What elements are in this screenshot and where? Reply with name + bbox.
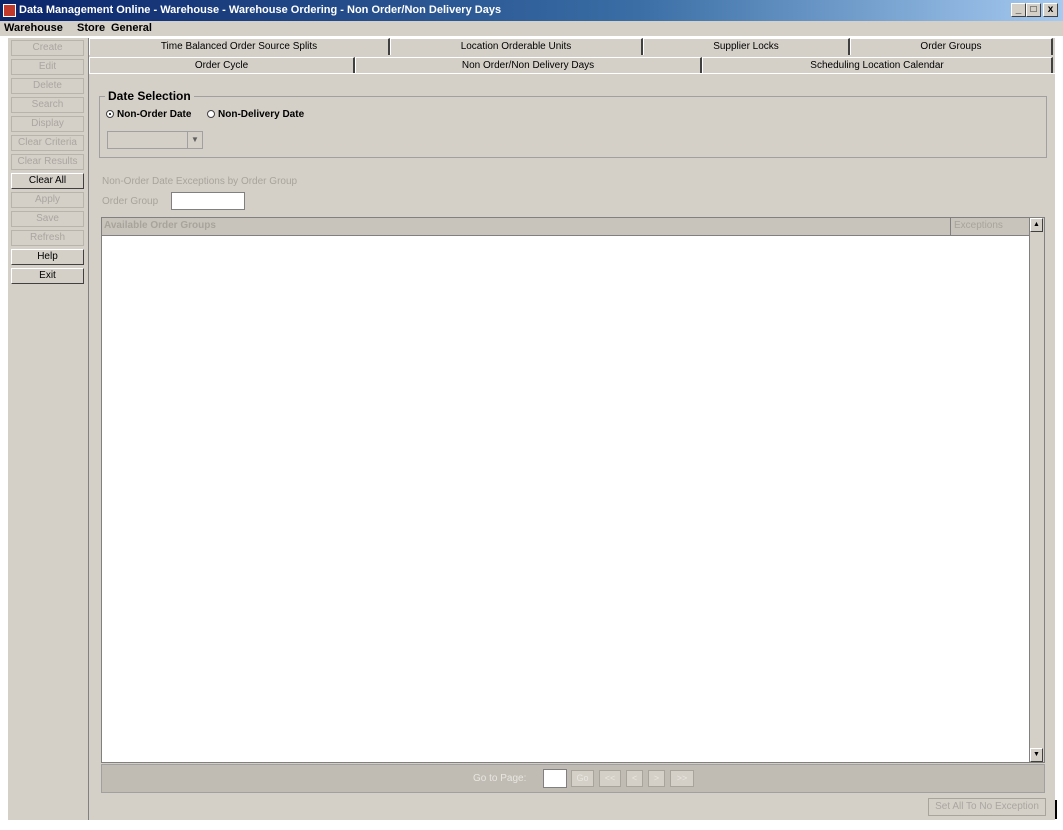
action-sidebar: Create Edit Delete Search Display Clear … — [8, 38, 89, 820]
tab-scheduling-location-calendar[interactable]: Scheduling Location Calendar — [702, 57, 1053, 74]
minimize-button[interactable]: _ — [1011, 3, 1026, 17]
scroll-up-icon[interactable]: ▲ — [1030, 218, 1043, 232]
app-icon — [3, 4, 16, 17]
search-button[interactable]: Search — [11, 97, 84, 113]
last-page-button[interactable]: >> — [670, 770, 694, 787]
radio-unselected-icon — [207, 110, 215, 118]
window-title: Data Management Online - Warehouse - War… — [19, 4, 502, 16]
order-group-input[interactable] — [171, 192, 245, 210]
non-delivery-date-radio[interactable]: Non-Delivery Date — [207, 109, 304, 120]
scroll-down-icon[interactable]: ▼ — [1030, 748, 1043, 762]
date-dropdown[interactable]: ▼ — [107, 131, 203, 149]
table-vertical-scrollbar[interactable]: ▲ ▼ — [1029, 218, 1044, 762]
menu-general[interactable]: General — [111, 22, 152, 34]
tab-divider — [89, 73, 1055, 74]
window-titlebar: Data Management Online - Warehouse - War… — [0, 0, 1063, 21]
maximize-button[interactable]: □ — [1026, 3, 1041, 17]
date-selection-legend: Date Selection — [105, 89, 194, 103]
date-selection-group: Date Selection Non-Order Date Non-Delive… — [99, 89, 1047, 158]
set-all-to-no-exception-button[interactable]: Set All To No Exception — [928, 798, 1046, 816]
order-groups-table: Available Order Groups Exceptions ▲ ▼ — [101, 217, 1045, 763]
help-button[interactable]: Help — [11, 249, 84, 265]
next-page-button[interactable]: > — [648, 770, 665, 787]
display-button[interactable]: Display — [11, 116, 84, 132]
first-page-button[interactable]: << — [599, 770, 621, 787]
main-panel: Time Balanced Order Source Splits Locati… — [89, 38, 1055, 820]
go-to-page-label: Go to Page: — [473, 773, 527, 784]
page-number-input[interactable] — [543, 769, 567, 788]
tab-location-orderable-units[interactable]: Location Orderable Units — [390, 38, 643, 55]
delete-button[interactable]: Delete — [11, 78, 84, 94]
tab-order-cycle[interactable]: Order Cycle — [89, 57, 355, 74]
chevron-down-icon[interactable]: ▼ — [187, 132, 202, 148]
go-button[interactable]: Go — [571, 770, 594, 787]
refresh-button[interactable]: Refresh — [11, 230, 84, 246]
exceptions-section-label: Non-Order Date Exceptions by Order Group — [102, 176, 298, 187]
clear-results-button[interactable]: Clear Results — [11, 154, 84, 170]
radio-selected-icon — [106, 110, 114, 118]
resize-handle — [1055, 800, 1057, 819]
column-available-order-groups[interactable]: Available Order Groups — [104, 220, 216, 231]
tab-time-balanced-order-source-splits[interactable]: Time Balanced Order Source Splits — [89, 38, 390, 55]
non-delivery-date-label: Non-Delivery Date — [218, 109, 305, 120]
exit-button[interactable]: Exit — [11, 268, 84, 284]
clear-all-button[interactable]: Clear All — [11, 173, 84, 189]
tab-supplier-locks[interactable]: Supplier Locks — [643, 38, 850, 55]
prev-page-button[interactable]: < — [626, 770, 643, 787]
menu-store[interactable]: Store — [77, 22, 105, 34]
close-button[interactable]: x — [1043, 3, 1058, 17]
create-button[interactable]: Create — [11, 40, 84, 56]
menu-bar: Warehouse Store General — [0, 21, 1063, 36]
menu-warehouse[interactable]: Warehouse — [4, 22, 63, 34]
edit-button[interactable]: Edit — [11, 59, 84, 75]
clear-criteria-button[interactable]: Clear Criteria — [11, 135, 84, 151]
column-exceptions[interactable]: Exceptions — [950, 218, 1030, 235]
table-header: Available Order Groups Exceptions — [102, 218, 1030, 236]
save-button[interactable]: Save — [11, 211, 84, 227]
order-group-label: Order Group — [102, 196, 159, 207]
tab-non-order-non-delivery-days[interactable]: Non Order/Non Delivery Days — [355, 57, 702, 74]
apply-button[interactable]: Apply — [11, 192, 84, 208]
non-order-date-label: Non-Order Date — [117, 109, 192, 120]
non-order-date-radio[interactable]: Non-Order Date — [106, 109, 191, 120]
tab-order-groups[interactable]: Order Groups — [850, 38, 1053, 55]
pagination-bar: Go to Page: Go << < > >> — [101, 764, 1045, 793]
